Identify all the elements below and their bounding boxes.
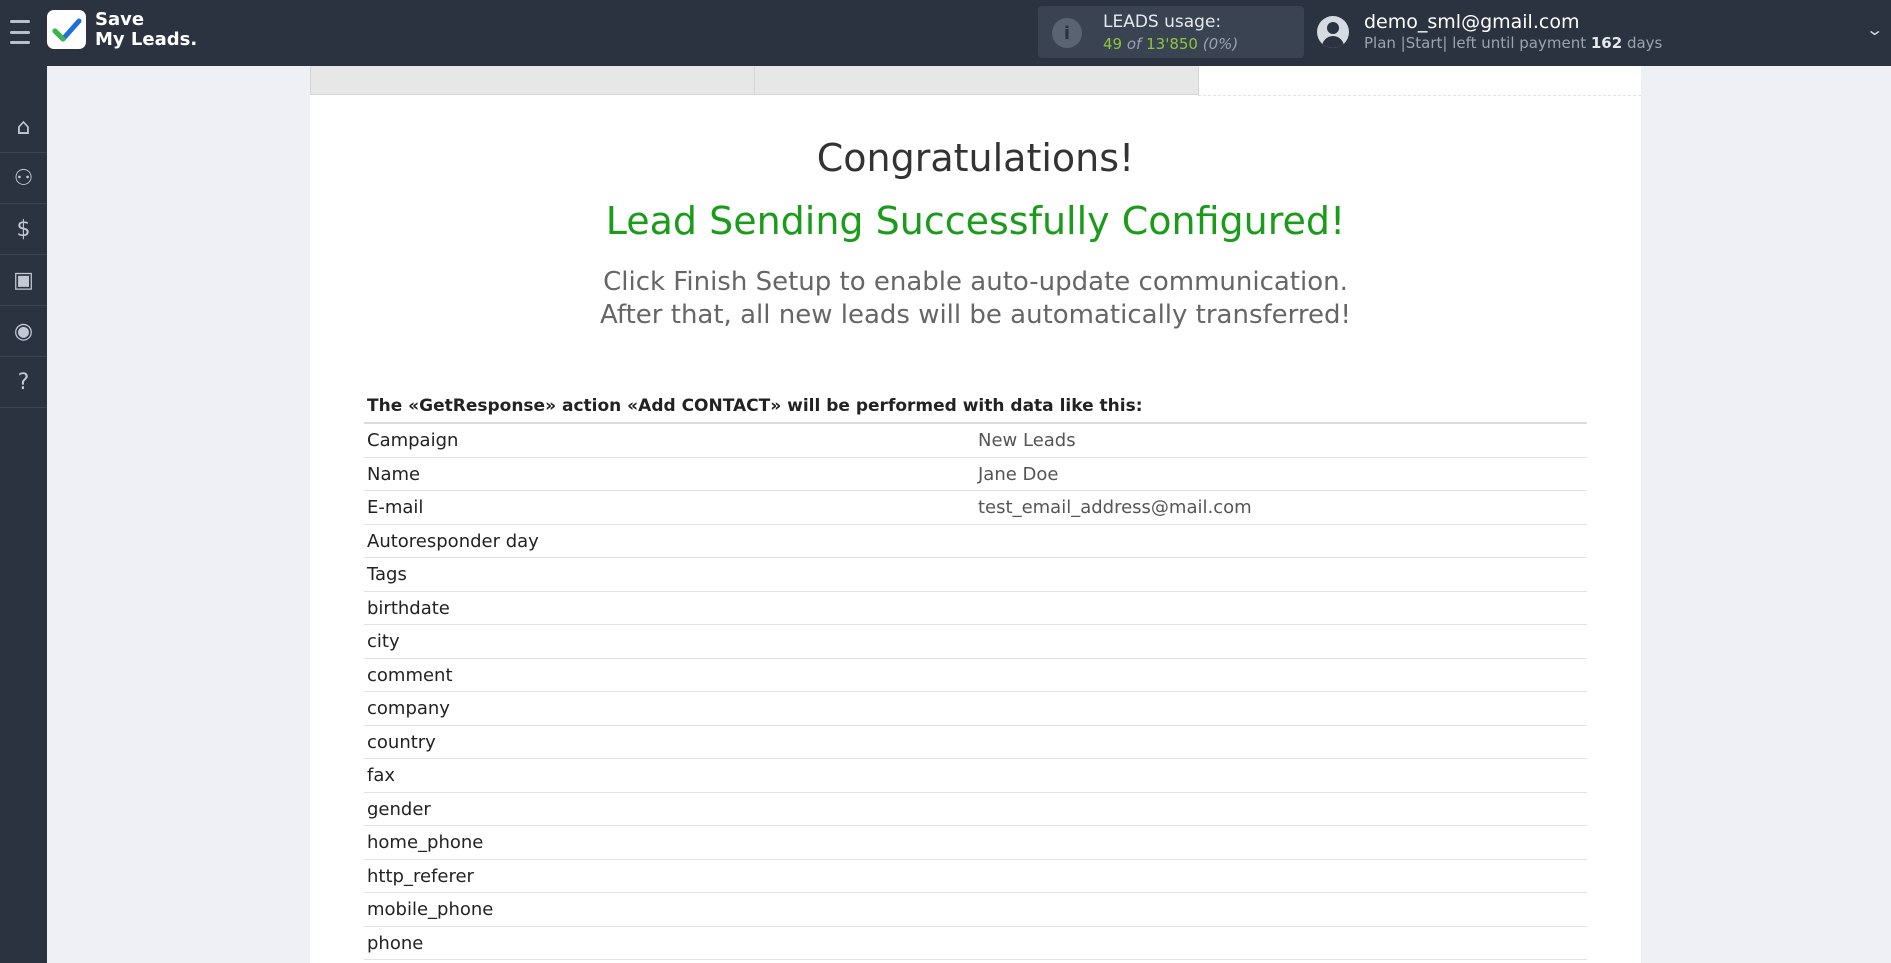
field-name: phone [367,932,424,954]
field-value: test_email_address@mail.com [978,497,1252,518]
field-name: city [367,631,400,652]
plan-days: 162 [1590,34,1623,52]
usage-used: 49 [1103,35,1123,53]
field-name: company [367,698,450,719]
briefcase-icon[interactable]: ▣ [0,255,47,306]
field-name: home_phone [367,832,484,853]
step-tab-2[interactable] [754,66,1199,95]
table-row: phone [364,927,1587,960]
table-row: http_referer [364,860,1587,893]
field-name: comment [367,664,453,686]
field-name: Campaign [367,430,459,451]
field-name: E-mail [367,497,424,518]
field-name: http_referer [367,865,474,887]
field-name: gender [367,798,431,820]
table-row: gender [364,793,1587,826]
field-name: mobile_phone [367,899,494,920]
hint-text: Click Finish Setup to enable auto-update… [310,266,1641,332]
plan-days-suffix: days [1626,34,1663,52]
sitemap-icon[interactable]: ⚇ [0,153,47,204]
logo-line-1: Save [95,9,145,30]
field-name: Name [367,463,421,485]
top-bar: Save My Leads. i LEADS usage: 49 of 13'8… [0,0,1891,66]
usage-count: 49 of 13'850 (0%) [1103,35,1238,53]
usage-total: 13'850 [1146,35,1198,53]
field-value: Jane Doe [978,463,1059,485]
table-caption: The «GetResponse» action «Add CONTACT» w… [364,392,1587,424]
table-row: country [364,726,1587,759]
menu-toggle-icon[interactable] [10,20,30,44]
success-message: Lead Sending Successfully Configured! [605,199,1346,243]
step-tab-1[interactable] [310,66,755,95]
user-circle-icon[interactable]: ◉ [0,306,47,357]
table-row: mobile_phone [364,893,1587,927]
table-row: company [364,692,1587,726]
user-email[interactable]: demo_sml@gmail.com [1364,11,1579,33]
table-rows: Campaign New Leads Name Jane Doe E-mail test_… [364,424,1587,960]
main-card: Congratulations! Lead Sending Successful… [310,66,1641,963]
step-tabs [310,66,1641,96]
page-title: Congratulations! [816,136,1135,180]
table-row: Autoresponder day [364,525,1587,558]
field-name: Autoresponder day [367,530,539,552]
field-name: country [367,731,436,753]
table-row: comment [364,659,1587,692]
data-preview-table: The «GetResponse» action «Add CONTACT» w… [364,392,1587,960]
usage-label: LEADS usage: [1103,12,1222,32]
logo-text[interactable]: Save My Leads. [95,10,197,50]
table-row: city [364,625,1587,659]
table-row: Name Jane Doe [364,458,1587,491]
hint-line-2: After that, all new leads will be automa… [600,300,1351,330]
sidebar: ⌂ ⚇ $ ▣ ◉ ? [0,66,47,963]
hint-line-1: Click Finish Setup to enable auto-update… [603,267,1348,297]
chevron-down-icon[interactable]: ⌄ [1865,20,1884,39]
field-value: New Leads [978,430,1076,451]
plan-info: Plan |Start| left until payment 162 days [1364,34,1662,52]
help-icon[interactable]: ? [0,357,47,408]
logo-icon[interactable] [47,10,86,49]
logo-line-2: My Leads. [95,29,198,50]
table-row: home_phone [364,826,1587,860]
tab-divider [1198,95,1641,96]
table-row: fax [364,759,1587,793]
table-row: birthdate [364,592,1587,625]
field-name: birthdate [367,597,450,619]
table-row: Tags [364,558,1587,592]
usage-of: of [1126,35,1142,53]
field-name: Tags [367,564,407,585]
usage-percent: (0%) [1202,35,1239,53]
dollar-icon[interactable]: $ [0,204,47,255]
user-avatar-icon[interactable] [1317,16,1349,48]
field-name: fax [367,765,396,786]
table-row: E-mail test_email_address@mail.com [364,491,1587,525]
plan-text: Plan |Start| left until payment [1364,34,1587,52]
home-icon[interactable]: ⌂ [0,102,47,153]
info-icon: i [1052,18,1082,48]
table-row: Campaign New Leads [364,424,1587,458]
leads-usage-widget[interactable]: i LEADS usage: 49 of 13'850 (0%) [1038,6,1304,58]
